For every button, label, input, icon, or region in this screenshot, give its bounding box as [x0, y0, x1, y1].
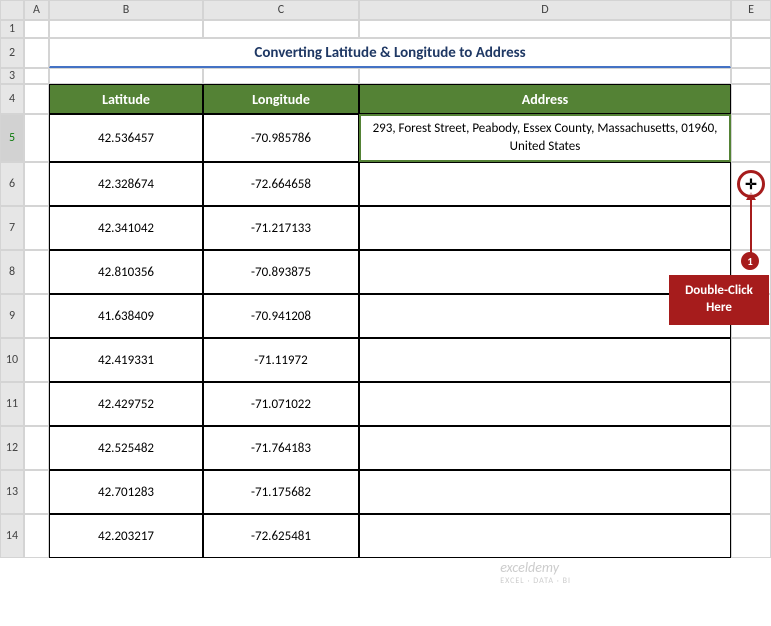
- cell-addr-10[interactable]: [359, 338, 731, 382]
- cell-e4[interactable]: [731, 84, 771, 114]
- cell-d1[interactable]: [359, 20, 731, 38]
- cell-e14[interactable]: [731, 514, 771, 558]
- cell-a13[interactable]: [24, 470, 49, 514]
- watermark: exceldemy EXCEL · DATA · BI: [500, 559, 571, 586]
- cell-a9[interactable]: [24, 294, 49, 338]
- step-number-badge: 1: [741, 252, 759, 270]
- cell-addr-14[interactable]: [359, 514, 731, 558]
- cell-c3[interactable]: [203, 68, 359, 84]
- cell-a6[interactable]: [24, 162, 49, 206]
- fill-handle-marker: ✛: [737, 170, 765, 198]
- row-header-10[interactable]: 10: [0, 338, 24, 382]
- cell-lat-12[interactable]: 42.525482: [49, 426, 203, 470]
- row-header-2[interactable]: 2: [0, 38, 24, 68]
- cell-lat-13[interactable]: 42.701283: [49, 470, 203, 514]
- cell-lon-6[interactable]: -72.664658: [203, 162, 359, 206]
- cell-lat-5[interactable]: 42.536457: [49, 114, 203, 162]
- row-header-7[interactable]: 7: [0, 206, 24, 250]
- cell-lon-11[interactable]: -71.071022: [203, 382, 359, 426]
- cell-a8[interactable]: [24, 250, 49, 294]
- cell-addr-13[interactable]: [359, 470, 731, 514]
- cell-lon-8[interactable]: -70.893875: [203, 250, 359, 294]
- cell-lon-13[interactable]: -71.175682: [203, 470, 359, 514]
- cell-lat-8[interactable]: 42.810356: [49, 250, 203, 294]
- cell-addr-7[interactable]: [359, 206, 731, 250]
- cell-e10[interactable]: [731, 338, 771, 382]
- cell-lat-10[interactable]: 42.419331: [49, 338, 203, 382]
- col-header-e[interactable]: E: [731, 0, 771, 20]
- cell-e3[interactable]: [731, 68, 771, 84]
- row-header-1[interactable]: 1: [0, 20, 24, 38]
- cell-addr-11[interactable]: [359, 382, 731, 426]
- cell-e13[interactable]: [731, 470, 771, 514]
- cell-lon-12[interactable]: -71.764183: [203, 426, 359, 470]
- cell-addr-6[interactable]: [359, 162, 731, 206]
- cell-a12[interactable]: [24, 426, 49, 470]
- cell-a10[interactable]: [24, 338, 49, 382]
- cell-e2[interactable]: [731, 38, 771, 68]
- cell-lat-7[interactable]: 42.341042: [49, 206, 203, 250]
- cell-a4[interactable]: [24, 84, 49, 114]
- page-title[interactable]: Converting Latitude & Longitude to Addre…: [49, 38, 731, 68]
- cell-b1[interactable]: [49, 20, 203, 38]
- cell-lat-11[interactable]: 42.429752: [49, 382, 203, 426]
- cell-addr-12[interactable]: [359, 426, 731, 470]
- cell-b3[interactable]: [49, 68, 203, 84]
- cell-a1[interactable]: [24, 20, 49, 38]
- cell-lat-14[interactable]: 42.203217: [49, 514, 203, 558]
- row-header-13[interactable]: 13: [0, 470, 24, 514]
- cell-a5[interactable]: [24, 114, 49, 162]
- cell-a14[interactable]: [24, 514, 49, 558]
- cell-addr-5[interactable]: 293, Forest Street, Peabody, Essex Count…: [359, 114, 731, 162]
- header-address[interactable]: Address: [359, 84, 731, 114]
- cell-d3[interactable]: [359, 68, 731, 84]
- row-header-9[interactable]: 9: [0, 294, 24, 338]
- cell-lon-7[interactable]: -71.217133: [203, 206, 359, 250]
- col-header-b[interactable]: B: [49, 0, 203, 20]
- cell-lat-9[interactable]: 41.638409: [49, 294, 203, 338]
- header-longitude[interactable]: Longitude: [203, 84, 359, 114]
- row-header-5[interactable]: 5: [0, 114, 24, 162]
- col-header-d[interactable]: D: [359, 0, 731, 20]
- cell-a2[interactable]: [24, 38, 49, 68]
- row-header-6[interactable]: 6: [0, 162, 24, 206]
- callout-arrow: [750, 198, 752, 260]
- cell-e11[interactable]: [731, 382, 771, 426]
- row-header-3[interactable]: 3: [0, 68, 24, 84]
- callout-instruction: Double-Click Here: [669, 275, 769, 325]
- cell-a3[interactable]: [24, 68, 49, 84]
- row-header-14[interactable]: 14: [0, 514, 24, 558]
- cell-c1[interactable]: [203, 20, 359, 38]
- cell-a7[interactable]: [24, 206, 49, 250]
- cell-e12[interactable]: [731, 426, 771, 470]
- row-header-4[interactable]: 4: [0, 84, 24, 114]
- row-header-11[interactable]: 11: [0, 382, 24, 426]
- watermark-main: exceldemy: [500, 559, 571, 576]
- cell-lon-10[interactable]: -71.11972: [203, 338, 359, 382]
- cell-lon-14[interactable]: -72.625481: [203, 514, 359, 558]
- cell-e1[interactable]: [731, 20, 771, 38]
- watermark-sub: EXCEL · DATA · BI: [500, 576, 571, 586]
- cell-a11[interactable]: [24, 382, 49, 426]
- spreadsheet-grid: A B C D E 1 2 Converting Latitude & Long…: [0, 0, 771, 558]
- cell-e5[interactable]: [731, 114, 771, 162]
- col-header-a[interactable]: A: [24, 0, 49, 20]
- cell-lon-5[interactable]: -70.985786: [203, 114, 359, 162]
- cell-lon-9[interactable]: -70.941208: [203, 294, 359, 338]
- fill-cursor-icon: ✛: [745, 176, 757, 193]
- row-header-12[interactable]: 12: [0, 426, 24, 470]
- col-header-c[interactable]: C: [203, 0, 359, 20]
- select-all-corner[interactable]: [0, 0, 24, 20]
- circle-highlight: ✛: [737, 170, 765, 198]
- row-header-8[interactable]: 8: [0, 250, 24, 294]
- header-latitude[interactable]: Latitude: [49, 84, 203, 114]
- cell-lat-6[interactable]: 42.328674: [49, 162, 203, 206]
